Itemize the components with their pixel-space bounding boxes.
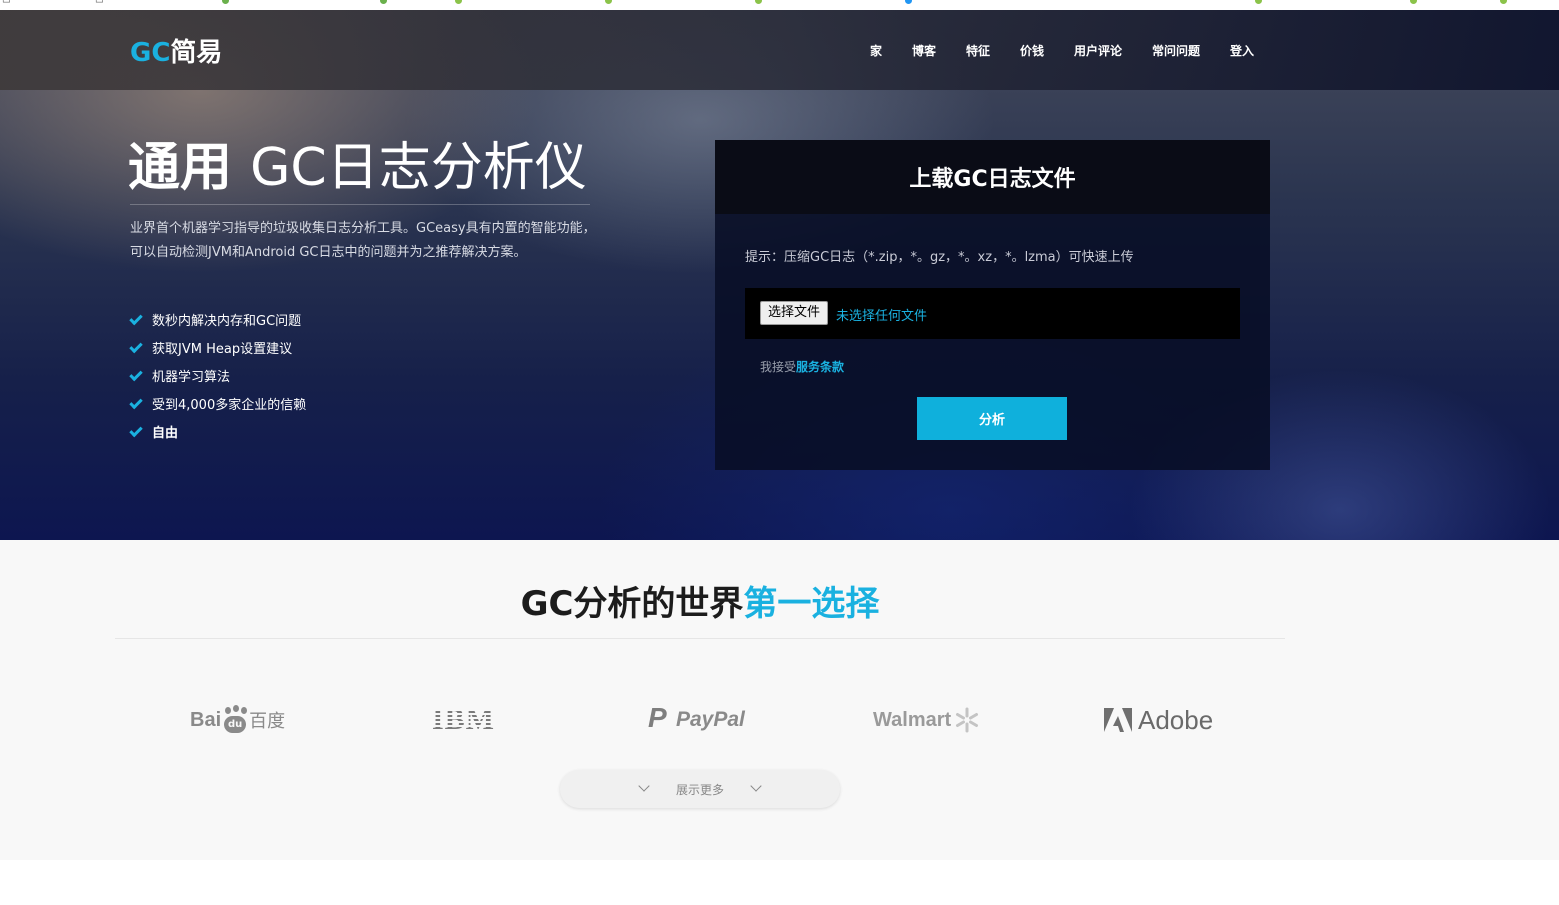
check-icon	[129, 339, 143, 354]
logo-cn-text: 简易	[170, 38, 223, 68]
logo-gc-text: GC	[130, 38, 171, 68]
feature-item: 受到4,000多家企业的信赖	[129, 392, 307, 420]
feature-label: 机器学习算法	[152, 370, 231, 385]
feature-item: 机器学习算法	[129, 364, 306, 392]
feature-item: 获取JVM Heap设置建议	[129, 336, 306, 364]
clients-title-highlight: 第一选择	[743, 584, 880, 624]
nav-faq[interactable]: 常问问题	[1152, 42, 1200, 59]
upload-title: 上载GC日志文件	[909, 167, 1076, 192]
clients-divider	[115, 638, 1285, 639]
feature-label: 数秒内解决内存和GC问题	[152, 314, 302, 329]
feature-label: 受到4,000多家企业的信赖	[152, 398, 307, 413]
check-icon	[129, 395, 143, 410]
bookmark-item[interactable]	[1255, 0, 1262, 6]
terms-agreement: 我接受服务条款	[760, 358, 844, 375]
file-status-text: 未选择任何文件	[836, 309, 928, 324]
bookmark-item[interactable]: ▭	[2, 0, 11, 6]
hero-section: GC简易 家 博客 特征 价钱 用户评论 常问问题 登入 通用 GC日志分析仪 …	[0, 10, 1559, 540]
hero-title-strong: 通用	[128, 138, 233, 198]
baidu-paw-text: du	[224, 716, 247, 733]
hero-title-light: GC日志分析仪	[250, 138, 587, 198]
walmart-spark-icon	[956, 707, 979, 733]
feature-item: 自由	[129, 420, 306, 448]
bookmark-item[interactable]	[1410, 0, 1417, 6]
choose-file-button[interactable]: 选择文件	[760, 301, 829, 325]
page-bottom-area	[0, 860, 1559, 905]
adobe-wordmark: Adobe	[1138, 704, 1214, 735]
adobe-a-icon	[1104, 708, 1132, 732]
title-divider	[130, 204, 590, 205]
ibm-logo: IBM	[432, 700, 495, 740]
feature-label: 自由	[152, 426, 179, 441]
bookmarks-bar: ▭ ▭	[0, 0, 1559, 10]
nav-home[interactable]: 家	[870, 42, 882, 59]
baidu-logo: Bai du 百度	[190, 700, 285, 740]
nav-blog[interactable]: 博客	[912, 42, 936, 59]
ibm-wordmark: IBM	[432, 703, 495, 736]
hero-title: 通用 GC日志分析仪	[128, 138, 587, 198]
analyze-button[interactable]: 分析	[917, 397, 1067, 440]
walmart-wordmark: Walmart	[873, 708, 952, 731]
clients-title-main: GC分析的世界	[520, 584, 744, 624]
hero-description: 业界首个机器学习指导的垃圾收集日志分析工具。GCeasy具有内置的智能功能，可以…	[130, 221, 596, 260]
nav-features[interactable]: 特征	[966, 42, 990, 59]
bookmark-item[interactable]: ▭	[95, 0, 104, 6]
terms-prefix: 我接受	[760, 360, 797, 374]
chevron-down-icon	[750, 780, 762, 792]
baidu-logo-latin: Bai	[190, 708, 222, 731]
baidu-paw-icon: du	[222, 705, 248, 735]
check-icon	[129, 367, 143, 382]
clients-section: GC分析的世界第一选择 Bai du 百度 IBM P PayPal Walma…	[0, 540, 1559, 860]
terms-of-service-link[interactable]: 服务条款	[796, 360, 844, 374]
clients-title: GC分析的世界第一选择	[0, 576, 1400, 625]
show-more-button[interactable]: 展示更多	[560, 770, 840, 808]
walmart-logo: Walmart	[873, 700, 980, 740]
upload-panel-header: 上载GC日志文件	[715, 140, 1270, 214]
bookmark-item[interactable]	[222, 0, 229, 6]
nav-user-reviews[interactable]: 用户评论	[1074, 42, 1122, 59]
navbar: GC简易 家 博客 特征 价钱 用户评论 常问问题 登入	[0, 10, 1559, 90]
feature-list: 数秒内解决内存和GC问题 获取JVM Heap设置建议 机器学习算法 受到4,0…	[129, 308, 307, 448]
baidu-logo-cn: 百度	[249, 711, 286, 732]
feature-label: 获取JVM Heap设置建议	[152, 342, 293, 357]
adobe-logo: Adobe	[1104, 700, 1213, 740]
show-more-label: 展示更多	[675, 782, 724, 797]
nav-login[interactable]: 登入	[1230, 42, 1254, 59]
file-input-box[interactable]: 选择文件 未选择任何文件	[745, 288, 1240, 339]
paypal-logo: P PayPal	[646, 700, 745, 740]
feature-item: 数秒内解决内存和GC问题	[129, 308, 306, 336]
check-icon	[129, 311, 143, 326]
check-icon	[129, 423, 143, 438]
nav-pricing[interactable]: 价钱	[1020, 42, 1044, 59]
bookmark-item[interactable]	[380, 0, 387, 6]
bookmark-item[interactable]	[755, 0, 762, 6]
upload-hint: 提示：压缩GC日志（*.zip，*。gz，*。xz，*。lzma）可快速上传	[745, 250, 1134, 265]
site-logo[interactable]: GC简易	[130, 32, 222, 69]
bookmark-item[interactable]	[455, 0, 462, 6]
paypal-wordmark: PayPal	[676, 708, 745, 731]
bookmark-item[interactable]	[905, 0, 912, 6]
paypal-p-icon: P	[648, 702, 667, 733]
upload-panel: 上载GC日志文件 提示：压缩GC日志（*.zip，*。gz，*。xz，*。lzm…	[715, 140, 1270, 470]
chevron-down-icon	[638, 780, 650, 792]
bookmark-item[interactable]	[605, 0, 612, 6]
bookmark-item[interactable]	[1500, 0, 1507, 6]
